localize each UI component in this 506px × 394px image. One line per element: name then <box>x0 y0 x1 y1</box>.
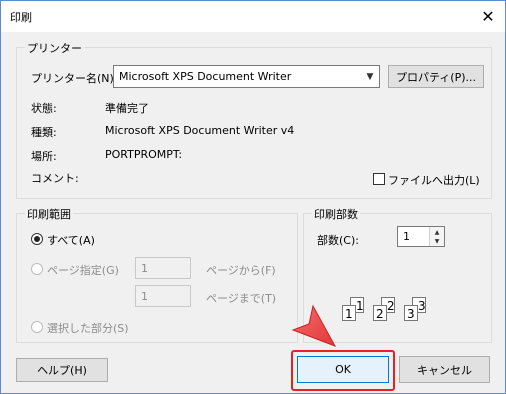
status-value: 準備完了 <box>105 102 149 115</box>
range-all-label[interactable]: すべて(A) <box>47 232 95 248</box>
copies-count-value: 1 <box>403 230 410 243</box>
collate-number-3a: 3 <box>407 307 415 321</box>
comment-label: コメント: <box>31 172 79 185</box>
collate-number-2b: 2 <box>387 299 395 313</box>
page-to-value: 1 <box>141 290 148 303</box>
print-dialog: 印刷 ✕ プリンター プリンター名(N): Microsoft XPS Docu… <box>0 0 506 394</box>
range-selection-radio[interactable] <box>31 321 43 333</box>
properties-button[interactable]: プロパティ(P)... <box>388 65 484 88</box>
print-to-file-label[interactable]: ファイルへ出力(L) <box>388 172 480 188</box>
radio-selected-dot <box>34 236 40 242</box>
copies-count-label: 部数(C): <box>317 234 359 247</box>
type-label: 種類: <box>31 126 57 139</box>
range-all-radio[interactable] <box>31 233 43 245</box>
copies-group-label: 印刷部数 <box>312 206 360 222</box>
printer-group-label: プリンター <box>25 40 84 56</box>
range-pages-label[interactable]: ページ指定(G) <box>47 262 119 278</box>
chevron-down-icon: ▼ <box>366 71 374 82</box>
help-button[interactable]: ヘルプ(H) <box>16 358 108 382</box>
spin-down-icon[interactable]: ▼ <box>429 236 444 246</box>
cancel-button[interactable]: キャンセル <box>399 356 490 383</box>
page-from-input[interactable]: 1 <box>135 257 191 279</box>
status-label: 状態: <box>31 102 57 115</box>
collate-number-2a: 2 <box>376 307 384 321</box>
copies-count-spinner[interactable]: 1 ▲ ▼ <box>397 226 445 247</box>
print-range-group-label: 印刷範囲 <box>25 206 73 222</box>
ok-button[interactable]: OK <box>297 356 389 383</box>
title-bar: 印刷 ✕ <box>1 1 505 32</box>
page-from-label: ページから(F) <box>206 264 276 277</box>
page-from-value: 1 <box>141 262 148 275</box>
range-pages-radio[interactable] <box>31 263 43 275</box>
type-value: Microsoft XPS Document Writer v4 <box>105 124 295 137</box>
collate-number-1a: 1 <box>345 307 353 321</box>
range-selection-label[interactable]: 選択した部分(S) <box>47 320 129 336</box>
collate-number-1b: 1 <box>356 299 364 313</box>
collate-number-3b: 3 <box>418 299 426 313</box>
location-label: 場所: <box>31 150 57 163</box>
print-to-file-checkbox[interactable] <box>373 173 385 185</box>
close-icon[interactable]: ✕ <box>471 1 505 32</box>
page-to-input[interactable]: 1 <box>135 285 191 307</box>
location-value: PORTPROMPT: <box>105 148 183 161</box>
page-to-label: ページまで(T) <box>206 292 277 305</box>
printer-name-value: Microsoft XPS Document Writer <box>119 70 292 83</box>
pointer-arrow-icon <box>291 304 337 347</box>
printer-name-select[interactable]: Microsoft XPS Document Writer ▼ <box>113 65 380 88</box>
printer-name-label: プリンター名(N): <box>31 72 118 85</box>
window-title: 印刷 <box>10 11 32 24</box>
